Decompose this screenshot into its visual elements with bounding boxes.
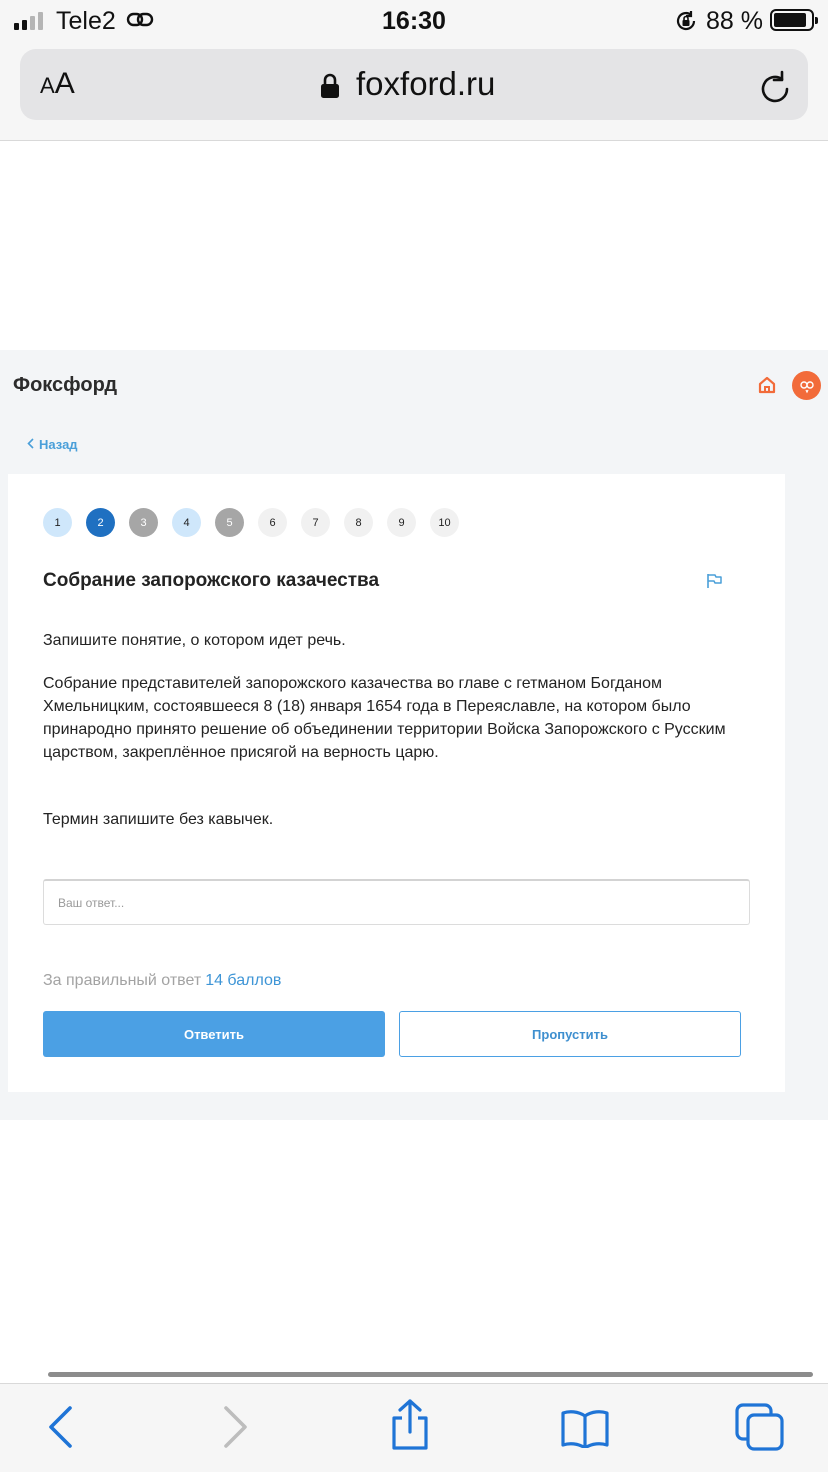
battery-percent: 88 % xyxy=(706,7,763,35)
lock-icon xyxy=(321,73,339,98)
home-icon[interactable] xyxy=(757,375,777,395)
task-stepper: 1 2 3 4 5 6 7 8 9 10 xyxy=(43,508,459,537)
step-7[interactable]: 7 xyxy=(301,508,330,537)
forward-arrow-icon[interactable] xyxy=(222,1404,250,1450)
task-instruction: Запишите понятие, о котором идет речь. xyxy=(43,632,346,649)
address-bar[interactable]: AA foxford.ru xyxy=(20,49,808,120)
task-card: 1 2 3 4 5 6 7 8 9 10 Собрание запорожско… xyxy=(8,474,785,1092)
submit-button[interactable]: Ответить xyxy=(43,1011,385,1057)
skip-button[interactable]: Пропустить xyxy=(399,1011,741,1057)
step-10[interactable]: 10 xyxy=(430,508,459,537)
browser-toolbar: AA foxford.ru xyxy=(0,44,828,141)
rotation-lock-icon xyxy=(676,11,696,31)
points-prefix: За правильный ответ xyxy=(43,972,202,989)
task-title: Собрание запорожского казачества xyxy=(43,570,380,591)
reload-icon[interactable] xyxy=(758,69,792,105)
points-value: 14 баллов xyxy=(205,972,282,989)
url-text[interactable]: foxford.ru xyxy=(356,65,495,103)
battery-icon xyxy=(770,9,818,31)
step-4[interactable]: 4 xyxy=(172,508,201,537)
text-size-button[interactable]: AA xyxy=(40,67,75,101)
step-3[interactable]: 3 xyxy=(129,508,158,537)
owl-avatar-icon[interactable] xyxy=(792,371,821,400)
answer-input[interactable] xyxy=(43,879,750,925)
task-body: Собрание представителей запорожского каз… xyxy=(43,675,726,761)
step-9[interactable]: 9 xyxy=(387,508,416,537)
task-hint: Термин запишите без кавычек. xyxy=(43,811,274,828)
points-info: За правильный ответ 14 баллов xyxy=(43,972,281,990)
back-arrow-icon[interactable] xyxy=(46,1404,74,1450)
bookmarks-icon[interactable] xyxy=(560,1408,610,1448)
step-6[interactable]: 6 xyxy=(258,508,287,537)
step-2[interactable]: 2 xyxy=(86,508,115,537)
flag-icon[interactable] xyxy=(706,573,724,589)
safari-bottom-toolbar xyxy=(0,1383,828,1472)
clock: 16:30 xyxy=(382,7,446,35)
foxford-page: Фоксфорд Назад 1 2 3 4 5 6 7 8 9 10 Собр… xyxy=(0,350,828,1120)
step-5[interactable]: 5 xyxy=(215,508,244,537)
tabs-icon[interactable] xyxy=(734,1402,786,1452)
back-link[interactable]: Назад xyxy=(27,437,78,452)
scroll-indicator[interactable] xyxy=(48,1372,813,1377)
status-bar: Tele2 16:30 88 % xyxy=(0,0,828,44)
chevron-left-icon xyxy=(27,438,34,449)
step-1[interactable]: 1 xyxy=(43,508,72,537)
share-icon[interactable] xyxy=(388,1398,432,1452)
step-8[interactable]: 8 xyxy=(344,508,373,537)
brand-logo[interactable]: Фоксфорд xyxy=(13,374,117,397)
